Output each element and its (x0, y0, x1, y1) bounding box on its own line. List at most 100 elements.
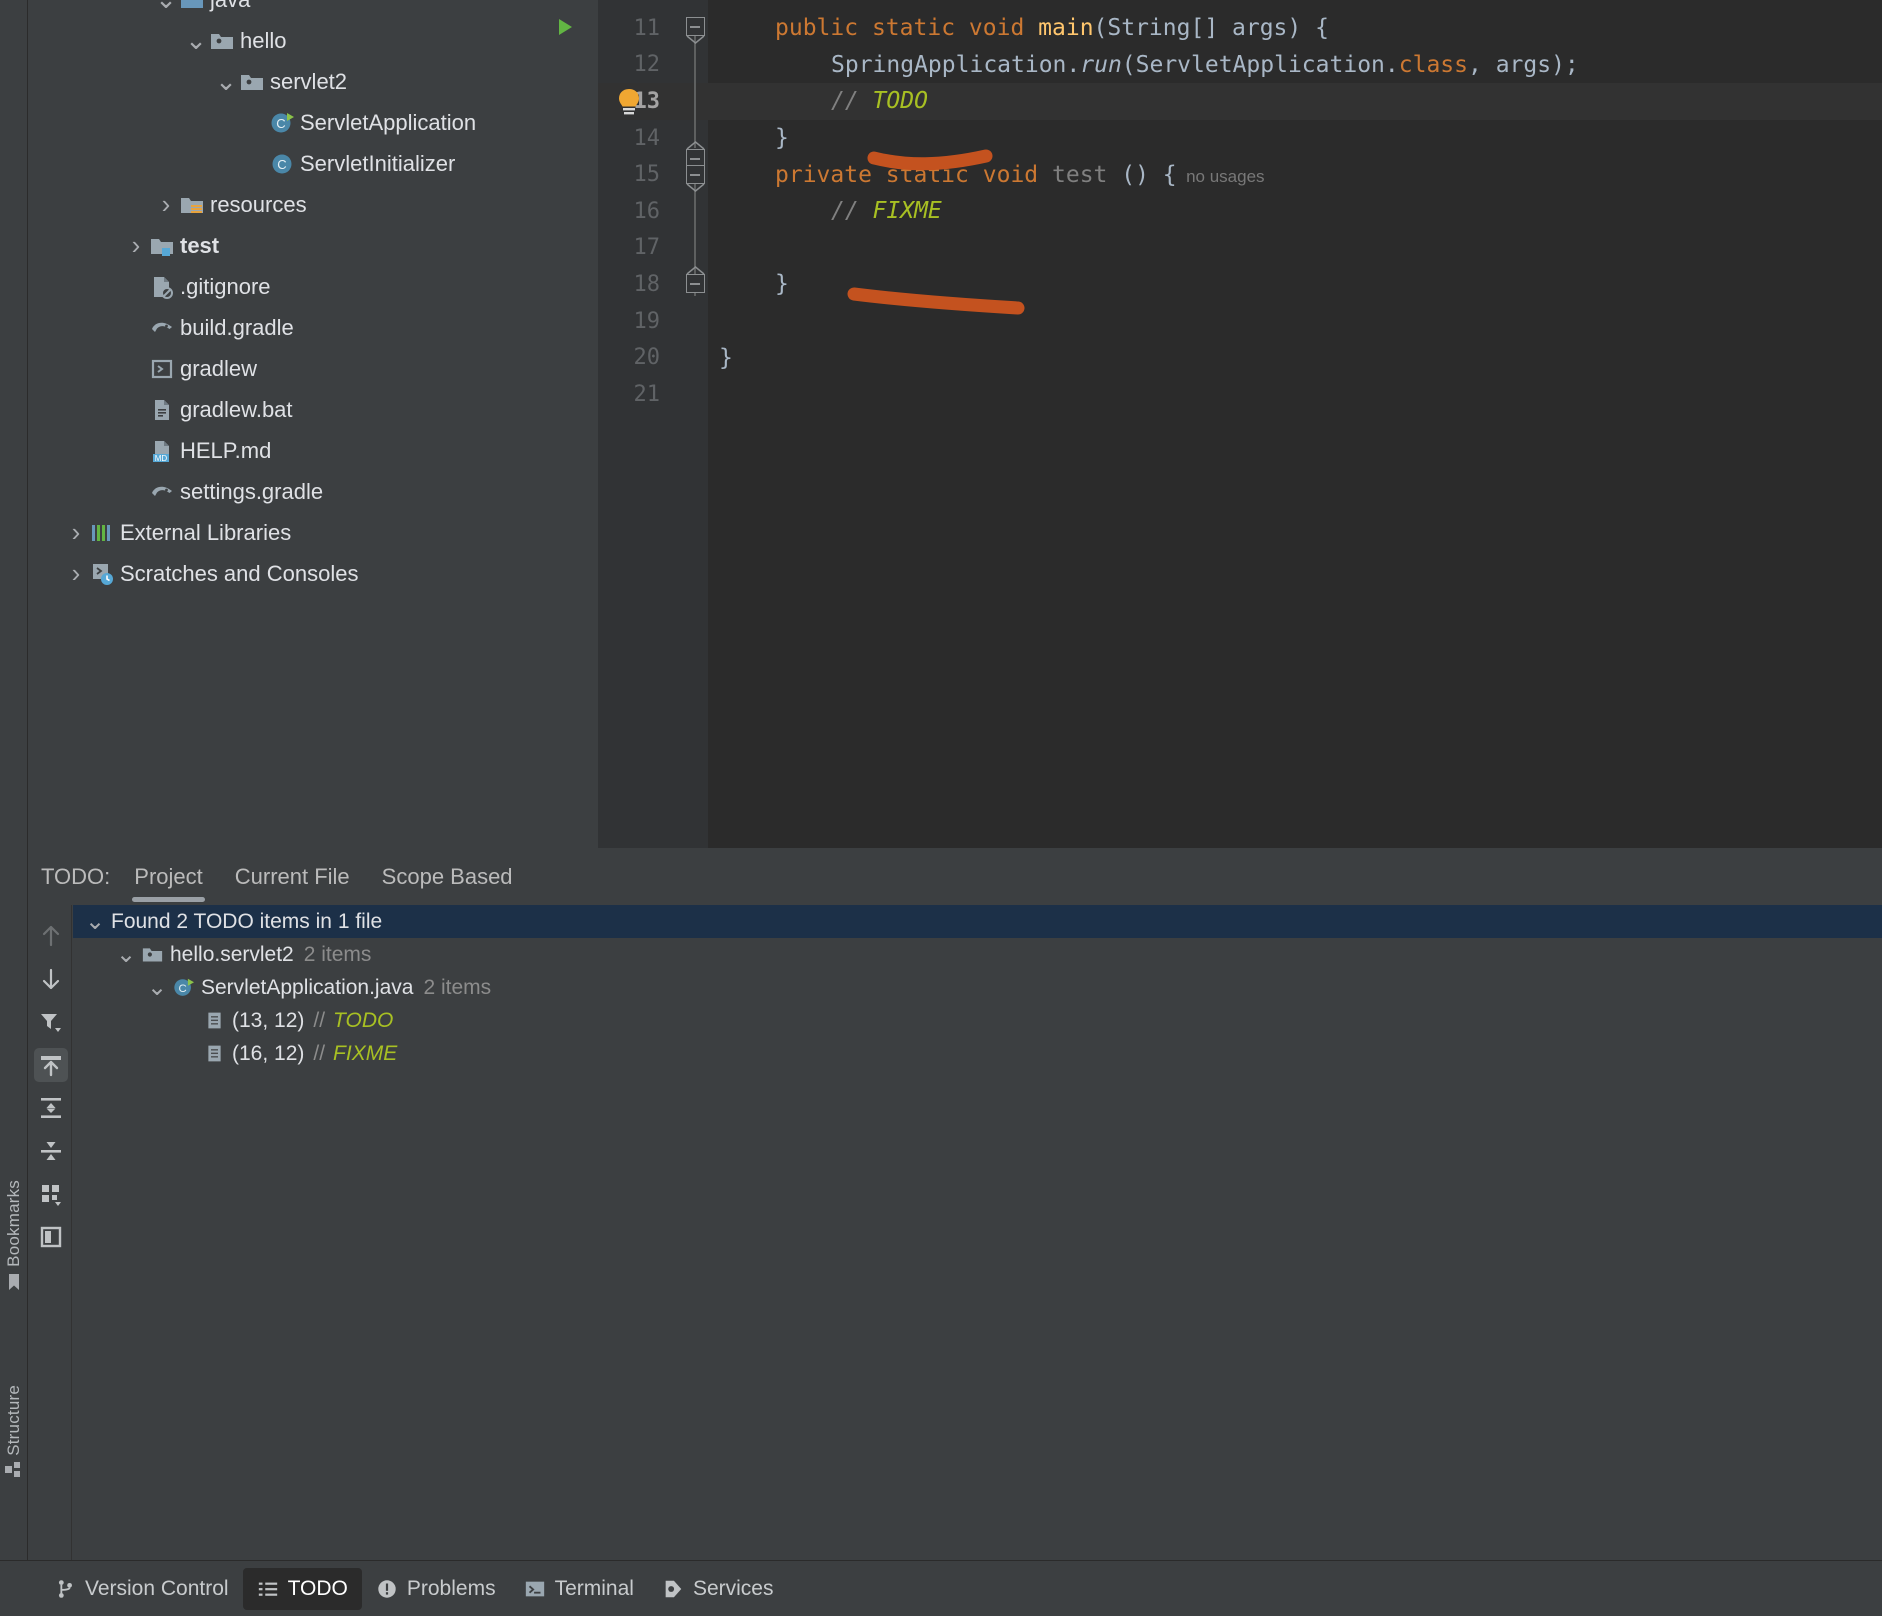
chevron-right-icon[interactable]: › (125, 230, 147, 261)
line-number: 17 (633, 235, 661, 261)
project-tree-item[interactable]: build.gradle (29, 307, 597, 348)
code-editor[interactable]: 11 public static void main(String[] args)… (559, 0, 1882, 848)
chevron-down-icon[interactable]: ⌄ (185, 27, 207, 53)
package-icon (207, 29, 237, 53)
resources-folder-icon (177, 193, 207, 217)
sidebar-item-bookmarks[interactable]: Bookmarks (0, 1180, 28, 1291)
code-line[interactable]: 16 // FIXME (598, 193, 1882, 230)
project-tree-panel[interactable]: ⌄java⌄hello⌄servlet2CServletApplicationC… (29, 0, 597, 848)
chevron-down-icon[interactable]: ⌄ (155, 0, 177, 12)
chevron-down-icon[interactable]: ⌄ (145, 975, 169, 999)
gradle-icon (152, 486, 172, 496)
status-bar-item-todo[interactable]: TODO (242, 1567, 362, 1610)
todo-tree-row[interactable]: ⌄ C ServletApplication.java 2 items (73, 971, 1882, 1004)
code-line[interactable]: 21 (598, 376, 1882, 413)
filter-button[interactable] (34, 1005, 68, 1039)
package-icon (142, 948, 162, 962)
sidebar-item-structure[interactable]: Structure (0, 1385, 28, 1478)
todo-tab-bar: TODO: Project Current File Scope Based (29, 849, 1882, 905)
fold-marker-11[interactable] (686, 17, 705, 36)
status-bar-item-terminal[interactable]: Terminal (510, 1568, 648, 1610)
project-tree-item[interactable]: C ServletApplication (29, 102, 597, 143)
bat-file-icon (147, 398, 177, 422)
expand-all-button[interactable] (34, 1091, 68, 1125)
chevron-down-icon[interactable]: ⌄ (83, 909, 107, 933)
chevron-down-icon[interactable]: ⌄ (114, 942, 138, 966)
project-tree-item[interactable]: gradlew (29, 348, 597, 389)
package-icon (138, 944, 166, 965)
group-by-button[interactable] (34, 1177, 68, 1211)
project-tree-item[interactable]: ⌄ servlet2 (29, 61, 597, 102)
todo-tab-project[interactable]: Project (118, 849, 218, 905)
code-line[interactable]: 19 (598, 303, 1882, 340)
project-tree-item[interactable]: › External Libraries (29, 512, 597, 553)
svg-text:C: C (178, 983, 186, 995)
project-tree-item-label: Scratches and Consoles (120, 560, 359, 586)
todo-item-icon (207, 1045, 221, 1062)
previous-occurrence-button[interactable] (34, 919, 68, 953)
project-tree-item[interactable]: C ServletInitializer (29, 143, 597, 184)
line-number: 21 (633, 381, 661, 407)
project-tree-item[interactable]: ⌄ java (29, 0, 597, 20)
intention-bulb-icon[interactable] (616, 88, 642, 116)
status-bar-item-problems[interactable]: Problems (362, 1568, 510, 1610)
branch-icon (54, 1578, 76, 1600)
project-tree-item[interactable]: › resources (29, 184, 597, 225)
branch-icon (58, 1579, 72, 1598)
code-line[interactable]: 15 private static void test () { no usage… (598, 156, 1882, 193)
todo-tree-row[interactable]: (13, 12) // TODO (73, 1004, 1882, 1037)
todo-tab-label: Scope Based (381, 864, 513, 889)
todo-tree-row[interactable]: (16, 12) // FIXME (73, 1037, 1882, 1070)
code-line[interactable]: 14} (598, 120, 1882, 157)
project-tree-item[interactable]: › Scratches and Consoles (29, 553, 597, 594)
project-tree-item[interactable]: settings.gradle (29, 471, 597, 512)
gitignore-icon (154, 276, 173, 299)
todo-list-icon (258, 1582, 277, 1596)
svg-text:C: C (276, 116, 285, 131)
code-line[interactable]: 17 (598, 230, 1882, 267)
todo-results-tree[interactable]: ⌄ Found 2 TODO items in 1 file ⌄ hello.serv… (73, 905, 1882, 1560)
todo-tree-row[interactable]: ⌄ hello.servlet2 2 items (73, 938, 1882, 971)
status-bar-item-version-control[interactable]: Version Control (40, 1568, 243, 1610)
problems-icon (376, 1578, 398, 1600)
code-text: } (719, 344, 733, 371)
todo-tree-row[interactable]: ⌄ Found 2 TODO items in 1 file (73, 905, 1882, 938)
code-line[interactable]: 11 public static void main(String[] args)… (598, 10, 1882, 47)
code-line[interactable]: 20} (598, 339, 1882, 376)
project-tree-item-label: gradlew.bat (180, 396, 293, 422)
collapse-all-button[interactable] (34, 1134, 68, 1168)
run-gutter-icon[interactable] (554, 16, 576, 38)
sidebar-item-bookmarks-label: Bookmarks (4, 1180, 23, 1267)
terminal-icon (525, 1581, 544, 1596)
chevron-right-icon[interactable]: › (65, 558, 87, 589)
status-bar-item-services[interactable]: Services (648, 1568, 788, 1610)
todo-tab-scope-based[interactable]: Scope Based (366, 849, 529, 905)
preview-panel-icon (40, 1226, 62, 1248)
preview-source-button[interactable] (34, 1220, 68, 1254)
chevron-down-icon[interactable]: ⌄ (215, 68, 237, 94)
chevron-right-icon[interactable]: › (65, 517, 87, 548)
todo-item-icon (200, 1043, 228, 1064)
java-class-run-icon: C (267, 111, 297, 135)
code-line[interactable]: 18} (598, 266, 1882, 303)
autoscroll-to-source-button[interactable] (34, 1048, 68, 1082)
project-tree-item[interactable]: MD HELP.md (29, 430, 597, 471)
todo-tab-current-file[interactable]: Current File (219, 849, 366, 905)
fold-marker-15[interactable] (686, 165, 705, 184)
code-line[interactable]: 12 SpringApplication.run(ServletApplicati… (598, 47, 1882, 84)
fold-marker-18[interactable] (686, 274, 705, 293)
source-folder-icon (177, 0, 207, 12)
project-tree-item[interactable]: gradlew.bat (29, 389, 597, 430)
scratches-icon (93, 563, 113, 585)
bat-file-icon (155, 399, 169, 420)
code-text: // FIXME (831, 198, 942, 225)
source-folder-icon (181, 0, 203, 8)
package-icon (211, 33, 233, 49)
chevron-right-icon[interactable]: › (155, 189, 177, 220)
problems-icon (378, 1579, 396, 1598)
code-line[interactable]: 13// TODO (598, 83, 1882, 120)
project-tree-item[interactable]: .gitignore (29, 266, 597, 307)
next-occurrence-button[interactable] (34, 962, 68, 996)
project-tree-item[interactable]: ⌄ hello (29, 20, 597, 61)
project-tree-item[interactable]: › test (29, 225, 597, 266)
